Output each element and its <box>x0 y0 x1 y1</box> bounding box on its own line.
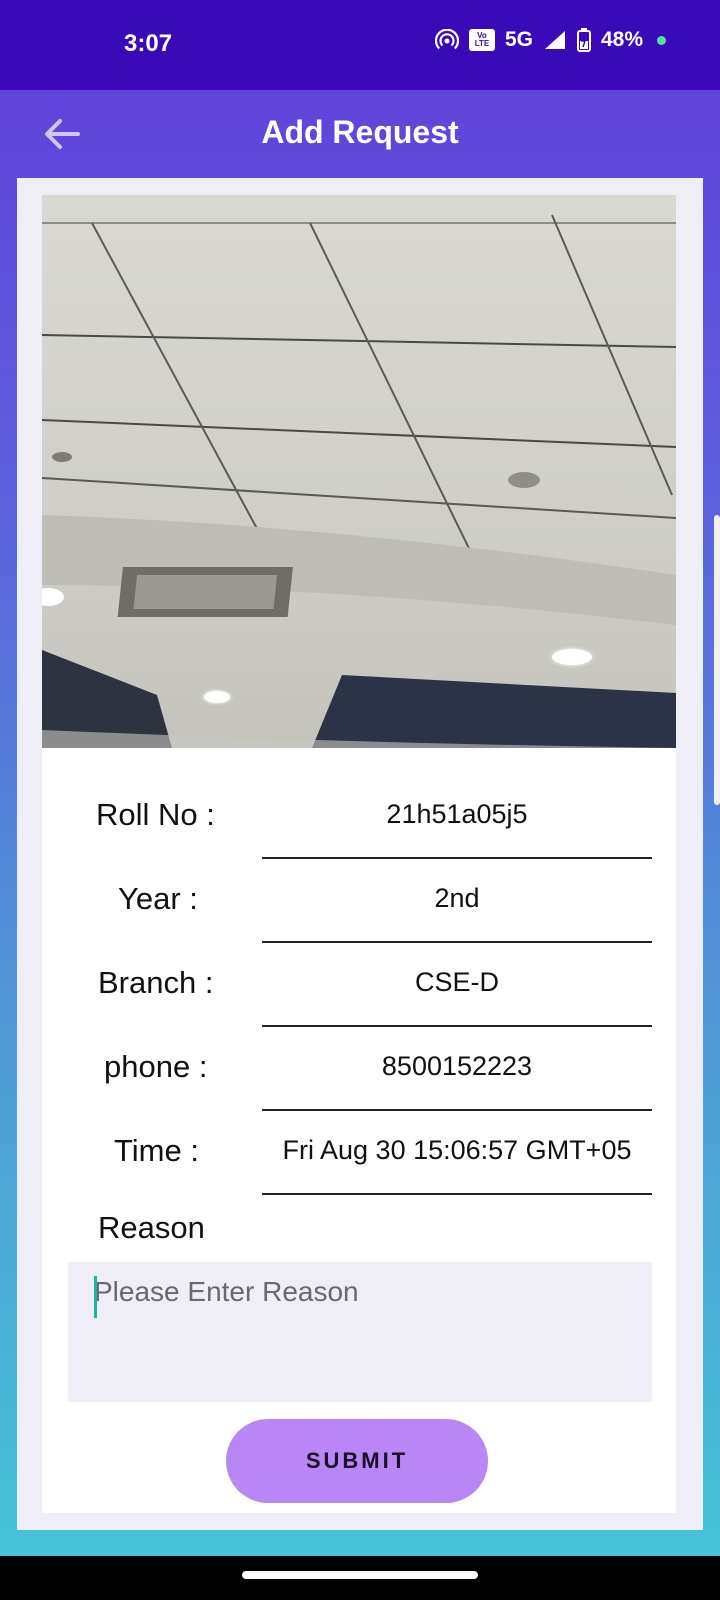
time-label: Time : <box>114 1133 199 1168</box>
volte-bottom-text: LTE <box>474 39 490 48</box>
battery-percent: 48% <box>600 28 643 51</box>
signal-icon <box>543 29 567 51</box>
status-time: 3:07 <box>124 30 173 57</box>
year-field[interactable]: 2nd <box>262 883 652 914</box>
phone-field[interactable]: 8500152223 <box>262 1051 652 1082</box>
branch-label: Branch : <box>98 965 214 1000</box>
year-label: Year : <box>118 881 198 916</box>
form-card: Roll No : 21h51a05j5 Year : 2nd Branch :… <box>42 195 676 1513</box>
status-bar: 3:07 Vo LTE 5G 48% <box>0 0 720 90</box>
app-content: Add Request Roll No: 21h51a05j5 Year: … <box>0 90 720 1556</box>
branch-field[interactable]: CSE-D <box>262 967 652 998</box>
year-row: Year : 2nd <box>42 859 676 943</box>
text-caret <box>94 1276 97 1318</box>
branch-row: Branch : CSE-D <box>42 943 676 1027</box>
roll-no-field[interactable]: 21h51a05j5 <box>262 799 652 830</box>
time-underline <box>262 1193 652 1195</box>
reason-input[interactable]: Please Enter Reason <box>68 1262 652 1402</box>
time-row: Time : Fri Aug 30 15:06:57 GMT+05 <box>42 1111 676 1195</box>
roll-no-row: Roll No : 21h51a05j5 <box>42 775 676 859</box>
navigation-bar <box>0 1556 720 1600</box>
network-type: 5G <box>504 28 533 51</box>
time-field[interactable]: Fri Aug 30 15:06:57 GMT+05 <box>262 1135 652 1166</box>
status-icons: Vo LTE 5G 48% <box>434 28 666 52</box>
reason-placeholder: Please Enter Reason <box>94 1276 359 1307</box>
submit-button[interactable]: SUBMIT <box>226 1419 488 1503</box>
app-bar: Add Request <box>0 90 720 178</box>
phone-row: phone : 8500152223 <box>42 1027 676 1111</box>
notification-dot-icon <box>657 35 666 45</box>
page-title: Add Request <box>261 114 459 150</box>
hotspot-icon <box>434 29 459 51</box>
scroll-indicator <box>714 515 720 805</box>
roll-no-label: Roll No : <box>96 797 215 832</box>
volte-icon: Vo LTE <box>468 29 495 51</box>
battery-icon <box>576 28 591 52</box>
home-indicator[interactable] <box>242 1571 478 1579</box>
captured-photo <box>42 195 676 748</box>
form-card-outer: Roll No : 21h51a05j5 Year : 2nd Branch :… <box>17 178 703 1530</box>
phone-label: phone : <box>104 1049 208 1084</box>
reason-label: Reason <box>98 1210 205 1245</box>
